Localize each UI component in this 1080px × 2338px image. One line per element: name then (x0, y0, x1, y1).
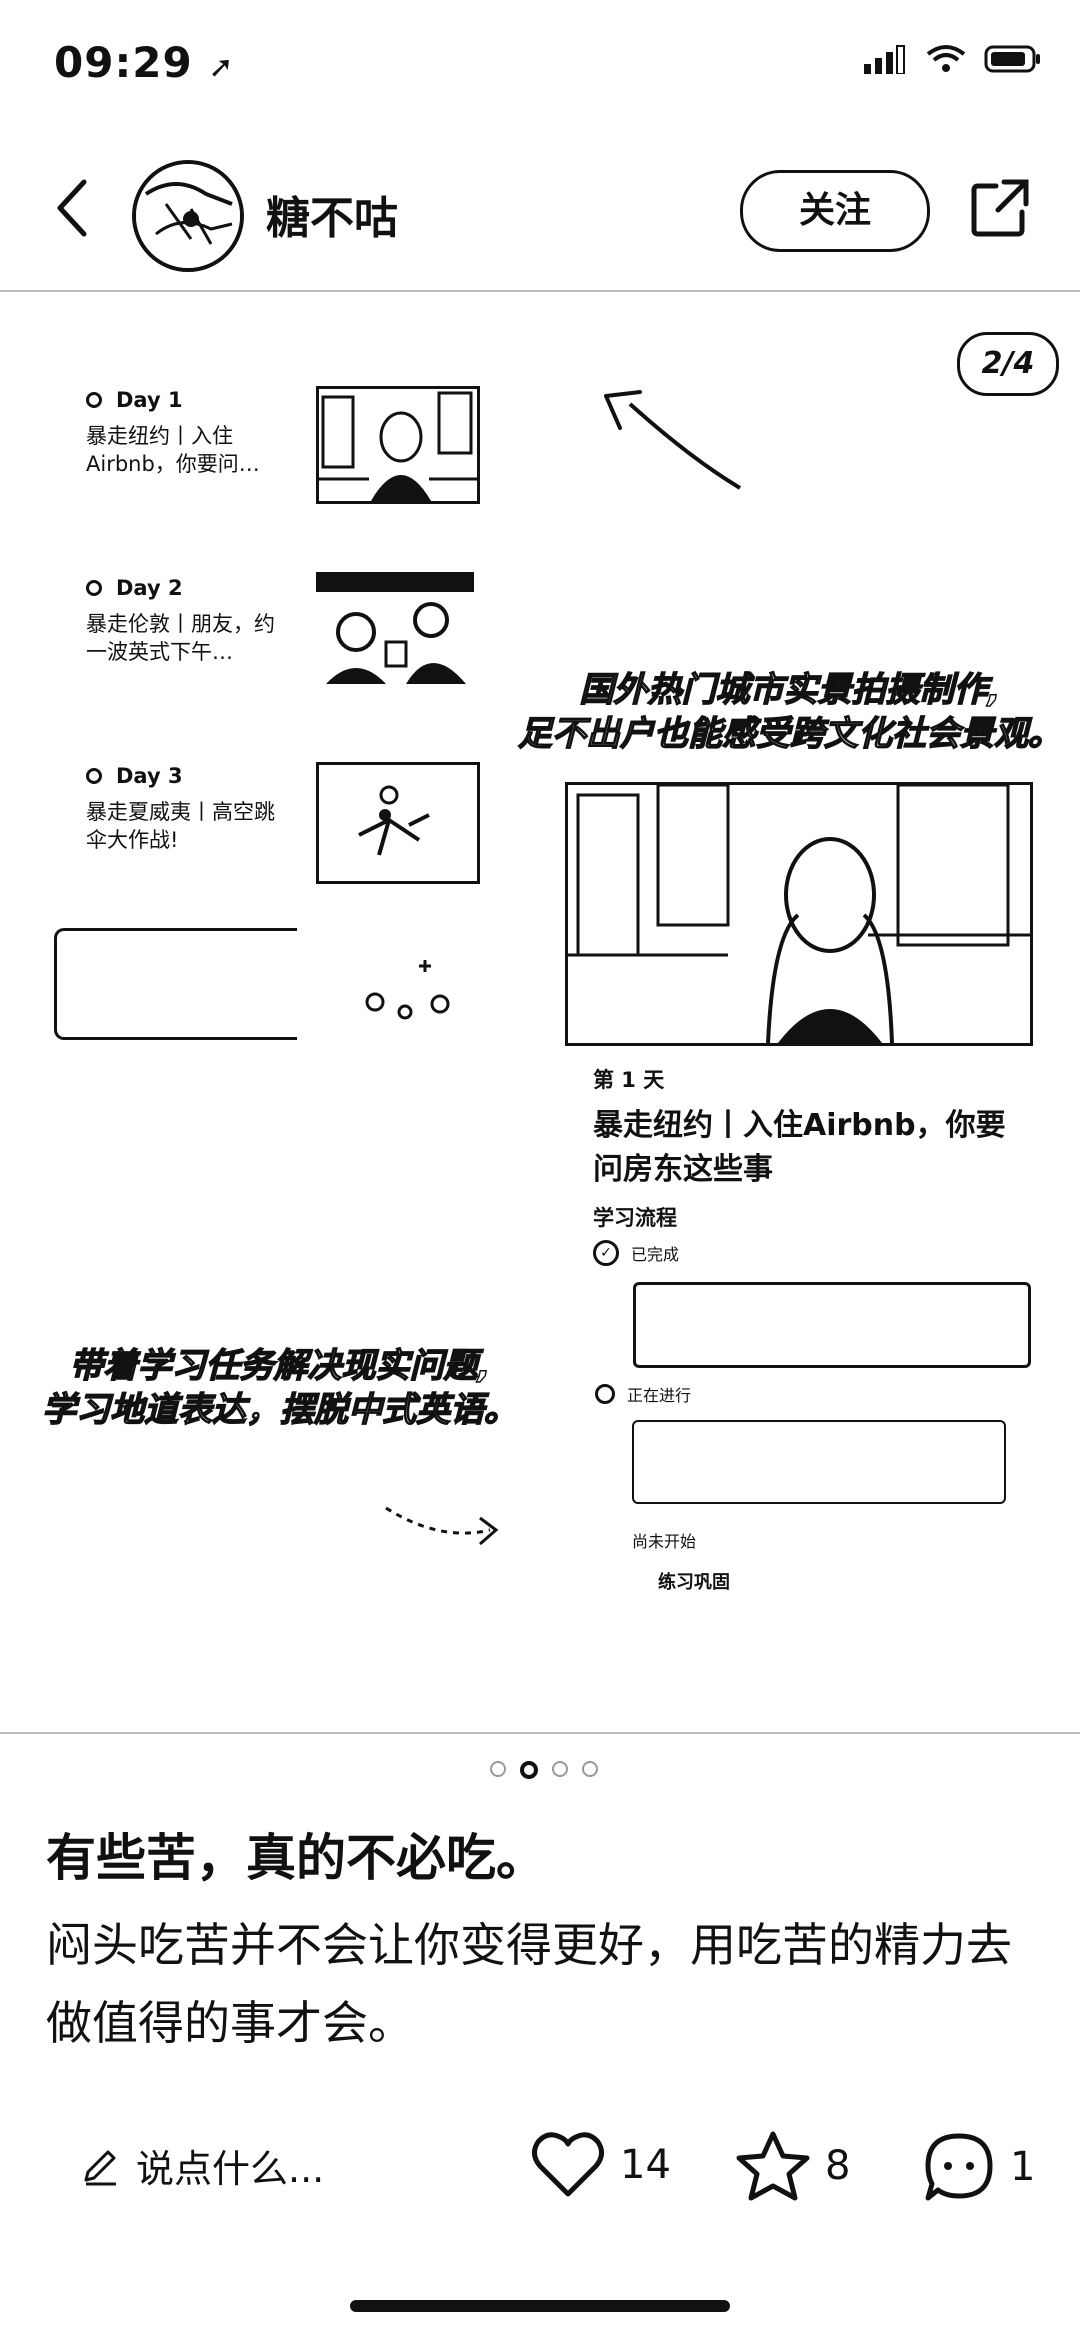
day-desc: 暴走伦敦丨朋友，约一波英式下午… (86, 612, 275, 664)
heart-icon (532, 2132, 604, 2197)
lesson-title: 暴走纽约丨入住Airbnb，你要问房东这些事 (593, 1108, 1006, 1187)
flow-running: 正在进行 (595, 1382, 691, 1406)
like-count: 14 (620, 2142, 671, 2188)
image-counter: 2/4 (957, 332, 1059, 396)
day-2-thumbnail (316, 572, 474, 684)
caption-top: 国外热门城市实景拍摄制作, 足不出户也能感受跨文化社会景观。 (517, 669, 1062, 754)
follow-button[interactable]: 关注 (740, 170, 930, 252)
cellular-signal-icon (864, 45, 905, 74)
status-icons (862, 44, 1042, 74)
day-desc: 暴走纽约丨入住Airbnb，你要问… (86, 424, 260, 476)
lesson-day-label: 第 1 天 (593, 1068, 665, 1092)
comment-placeholder: 说点什么... (136, 2147, 325, 2191)
post-title: 有些苦，真的不必吃。 (46, 1829, 546, 1887)
chat-bubble-icon (925, 2133, 993, 2201)
practice-label: 练习巩固 (658, 1572, 730, 1593)
pencil-icon (84, 2150, 116, 2185)
day-label: Day 2 (86, 576, 286, 600)
day-1-thumbnail (316, 386, 480, 504)
task-card-done (633, 1282, 1031, 1368)
flow-pending: 尚未开始 (632, 1532, 697, 1551)
faded-card (54, 928, 297, 1040)
star-icon (736, 2131, 810, 2201)
day-label: Day 3 (86, 764, 286, 788)
task-card-running (632, 1420, 1006, 1504)
image-carousel[interactable]: 2/4 Day 1 暴走纽约丨入住Airbnb，你要问… Day 2 暴走伦敦丨… (0, 292, 1080, 1732)
comment-input[interactable]: 说点什么... (80, 2138, 324, 2193)
lesson-preview: 第 1 天 暴走纽约丨入住Airbnb，你要问房东这些事 学习流程 ✓ 已完成 … (565, 782, 1035, 1405)
page-dot[interactable] (552, 1761, 568, 1777)
day-2-item: Day 2 暴走伦敦丨朋友，约一波英式下午… (86, 576, 286, 666)
flow-done: ✓ 已完成 (593, 1240, 679, 1266)
wifi-icon (926, 45, 966, 72)
back-chevron-icon[interactable] (52, 178, 92, 238)
page-dot[interactable] (490, 1761, 506, 1777)
day-3-item: Day 3 暴走夏威夷丨高空跳伞大作战! (86, 764, 286, 854)
dashed-arrow-icon (385, 1506, 499, 1546)
decorative-dots-icon (365, 960, 450, 1020)
page-dot-active[interactable] (520, 1761, 538, 1779)
status-time: 09:29 ➚ (54, 38, 235, 87)
collect-button[interactable]: 8 (735, 2130, 850, 2202)
divider (0, 1732, 1080, 1734)
location-arrow-icon: ➚ (208, 50, 235, 85)
author-name[interactable]: 糖不咕 (266, 182, 398, 246)
avatar-image (136, 164, 240, 268)
like-button[interactable]: 14 (530, 2130, 671, 2200)
collect-count: 8 (825, 2143, 851, 2189)
caption-bottom: 带着学习任务解决现实问题, 学习地道表达，摆脱中式英语。 (41, 1345, 518, 1430)
home-indicator[interactable] (350, 2300, 730, 2312)
post-body: 闷头吃苦并不会让你变得更好，用吃苦的精力去做值得的事才会。 (46, 1918, 1012, 2050)
day-label: Day 1 (86, 388, 286, 412)
day-1-item: Day 1 暴走纽约丨入住Airbnb，你要问… (86, 388, 286, 478)
curved-arrow-icon (604, 390, 742, 490)
page-dot[interactable] (582, 1761, 598, 1777)
check-circle-icon: ✓ (593, 1240, 619, 1266)
share-icon[interactable] (968, 176, 1032, 240)
comment-count: 1 (1010, 2144, 1036, 2190)
progress-circle-icon (595, 1384, 615, 1404)
pagination-dots (490, 1761, 598, 1779)
day-desc: 暴走夏威夷丨高空跳伞大作战! (86, 800, 275, 852)
day-3-thumbnail (316, 762, 480, 884)
author-avatar[interactable] (132, 160, 244, 272)
learning-flow-title: 学习流程 (593, 1206, 677, 1230)
lesson-photo (565, 782, 1033, 1046)
comment-button[interactable]: 1 (922, 2130, 1035, 2204)
battery-icon (984, 45, 1040, 73)
